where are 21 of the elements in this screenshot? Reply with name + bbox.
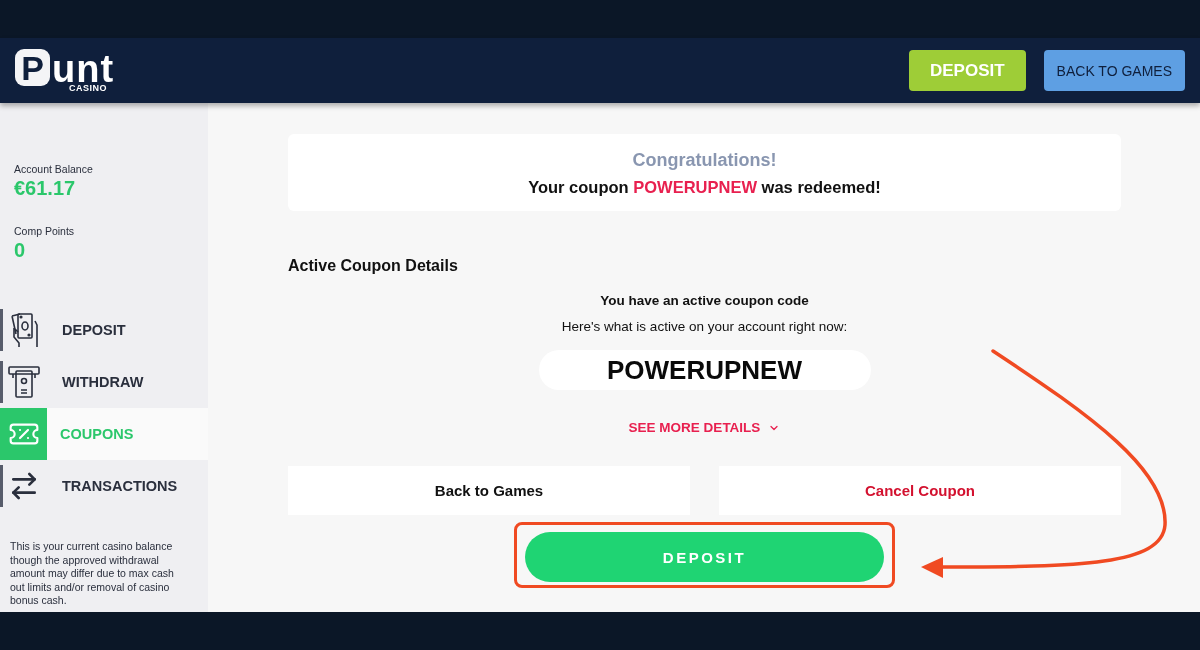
section-title: Active Coupon Details	[288, 256, 458, 276]
cash-in-hand-icon	[8, 312, 39, 348]
sidebar-nav-item[interactable]: TRANSACTIONS	[0, 460, 208, 512]
back-to-games-button[interactable]: BACK TO GAMES	[1043, 50, 1185, 91]
atm-icon	[7, 366, 40, 398]
back-to-games-button[interactable]: Back to Games	[288, 466, 690, 515]
redeemed-message: Your coupon POWERUPNEW was redeemed!	[528, 177, 881, 197]
notice-title: Congratulations!	[632, 149, 777, 171]
sidebar-nav-item[interactable]: WITHDRAW	[0, 356, 208, 408]
coupon-code: POWERUPNEW	[538, 350, 871, 390]
see-more-details-link[interactable]: SEE MORE DETAILS	[628, 419, 781, 437]
cancel-coupon-button[interactable]: Cancel Coupon	[719, 466, 1121, 515]
subtitle: You have an active coupon code	[600, 292, 809, 310]
stat-value: €61.17	[14, 176, 76, 200]
stat-label: Comp Points	[14, 224, 75, 238]
stat-value: 0	[14, 238, 26, 262]
coupon-icon	[0, 408, 47, 460]
description: Here's what is active on your account right now:	[561, 318, 848, 336]
sidebar-nav-item[interactable]: DEPOSIT	[0, 304, 208, 356]
stat-label: Account Balance	[14, 162, 93, 176]
balance-note: This is your current casino balance though the approved withdrawal amount may differ due to max cash out limits and/or removal of casino bonus cash.	[9, 540, 175, 608]
